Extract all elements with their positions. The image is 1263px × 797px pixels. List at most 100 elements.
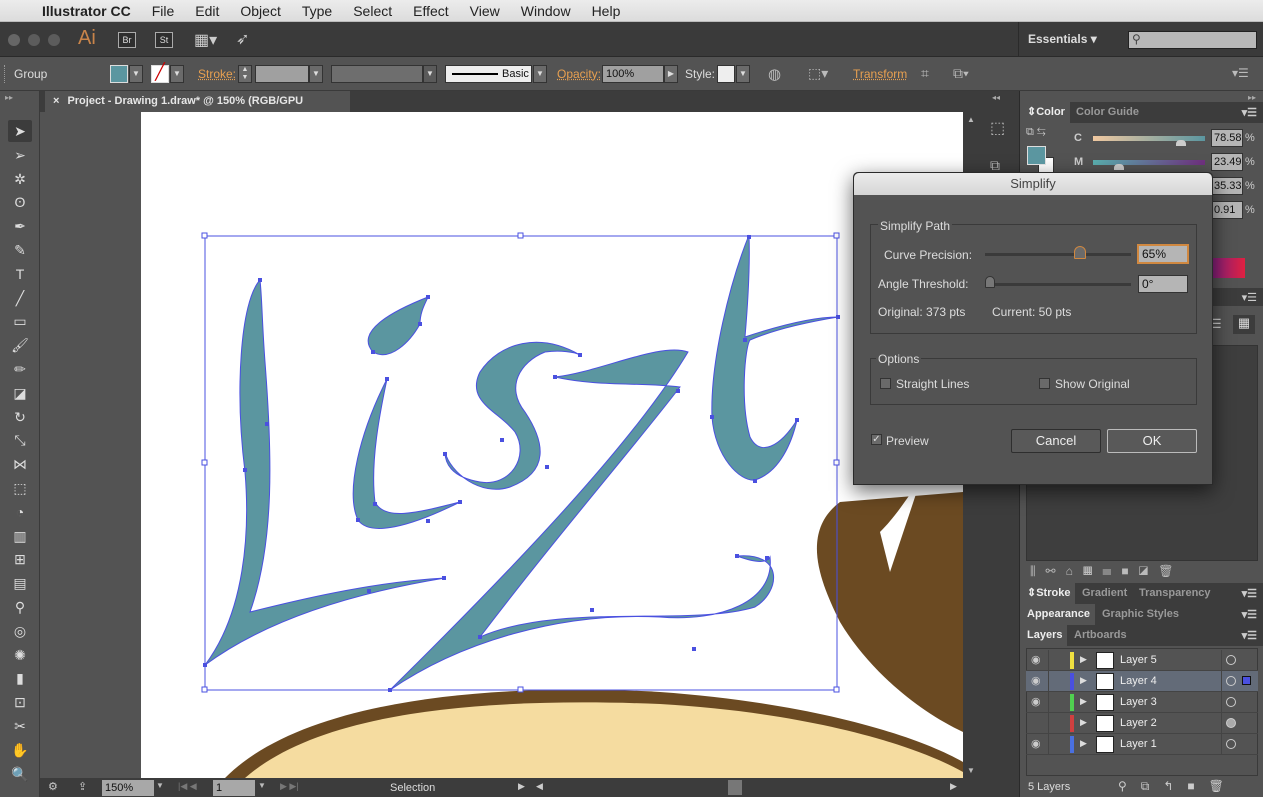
eye-icon[interactable]: ◉ (1031, 737, 1041, 750)
eye-icon[interactable]: ◉ (1031, 653, 1041, 666)
angle-threshold-thumb[interactable] (985, 276, 995, 288)
control-menu-icon[interactable]: ▾☰ (1232, 66, 1249, 80)
menu-view[interactable]: View (470, 3, 500, 19)
transform-link[interactable]: Transform (853, 67, 907, 81)
bridge-button[interactable]: Br (118, 32, 136, 48)
opacity-label[interactable]: Opacity: (557, 67, 601, 81)
channel-value[interactable]: 0.91 (1211, 201, 1243, 219)
selection-indicator[interactable] (1242, 676, 1251, 685)
line-tool[interactable]: ╱ (8, 287, 32, 309)
stroke-weight-stepper[interactable]: ▲ ▼ (238, 65, 252, 83)
graphic-style-swatch[interactable] (717, 65, 735, 83)
zoom-dropdown[interactable]: ▼ (156, 781, 164, 790)
ok-button[interactable]: OK (1107, 429, 1197, 453)
transform-panel-icon[interactable]: ⬚ (990, 118, 1005, 138)
channel-slider[interactable] (1093, 136, 1205, 141)
gradient-tool[interactable]: ▤ (8, 572, 32, 594)
stroke-weight-dropdown[interactable]: ▼ (309, 65, 323, 83)
expand-arrow-icon[interactable]: ▶ (1080, 696, 1087, 707)
collapse-panels-icon[interactable]: ▸▸ (1248, 93, 1256, 102)
target-icon[interactable] (1226, 676, 1236, 686)
tab-transparency[interactable]: Transparency (1139, 587, 1211, 599)
channel-slider-thumb[interactable] (1176, 140, 1186, 146)
layers-footer-icons[interactable]: ⚲⧉↰■🗑 (1118, 779, 1238, 794)
fill-dropdown[interactable]: ▼ (129, 65, 143, 83)
target-icon[interactable] (1226, 739, 1236, 749)
rectangle-tool[interactable]: ▭ (8, 310, 32, 332)
menu-type[interactable]: Type (302, 3, 332, 19)
menu-select[interactable]: Select (353, 3, 392, 19)
arrange-documents-icon[interactable]: ▦▾ (194, 30, 217, 50)
free-transform-tool[interactable]: ⬚ (8, 477, 32, 499)
layer-row[interactable]: ◉ ▶ Layer 4 (1026, 671, 1258, 692)
target-icon[interactable] (1226, 655, 1236, 665)
menu-file[interactable]: File (152, 3, 175, 19)
status-menu-icon[interactable]: ▶ (518, 781, 525, 792)
layer-row[interactable]: ◉ ▶ Layer 1 (1026, 734, 1258, 755)
artboard-dropdown[interactable]: ▼ (258, 781, 266, 790)
straight-lines-checkbox[interactable] (880, 378, 891, 389)
menu-object[interactable]: Object (240, 3, 280, 19)
tab-color[interactable]: ⇕Color (1022, 102, 1070, 123)
pen-tool[interactable]: ✒ (8, 215, 32, 237)
share-icon[interactable]: ⇪ (78, 780, 87, 793)
layer-row[interactable]: ◉ ▶ Layer 5 (1026, 650, 1258, 671)
eye-icon[interactable]: ◉ (1031, 695, 1041, 708)
lasso-tool[interactable]: ʘ (8, 191, 32, 213)
menu-window[interactable]: Window (521, 3, 571, 19)
zoom-tool[interactable]: 🔍 (8, 763, 32, 785)
canvas[interactable] (40, 112, 963, 778)
layer-name[interactable]: Layer 5 (1120, 654, 1157, 666)
menu-effect[interactable]: Effect (413, 3, 449, 19)
cancel-button[interactable]: Cancel (1011, 429, 1101, 453)
menu-help[interactable]: Help (592, 3, 621, 19)
symbol-sprayer-tool[interactable]: ✺ (8, 644, 32, 666)
channel-slider[interactable] (1093, 160, 1205, 165)
color-spectrum[interactable] (1211, 258, 1245, 278)
tab-gradient[interactable]: Gradient (1082, 587, 1127, 599)
tab-artboards[interactable]: Artboards (1074, 629, 1127, 641)
workspace-switcher[interactable]: Essentials ▾ (1028, 32, 1097, 46)
gpu-toggle-icon[interactable]: ⚙ (48, 780, 58, 793)
artboard-tool[interactable]: ⊡ (8, 691, 32, 713)
scroll-down-icon[interactable]: ▼ (967, 766, 975, 775)
tab-color-guide[interactable]: Color Guide (1076, 106, 1139, 118)
eye-icon[interactable]: ◉ (1031, 674, 1041, 687)
layer-name[interactable]: Layer 3 (1120, 696, 1157, 708)
stroke-dropdown[interactable]: ▼ (170, 65, 184, 83)
expand-arrow-icon[interactable]: ▶ (1080, 717, 1087, 728)
scale-tool[interactable]: ⤡ (8, 429, 32, 451)
mesh-tool[interactable]: ⊞ (8, 548, 32, 570)
gpu-performance-icon[interactable]: ➶ (236, 29, 249, 49)
menu-edit[interactable]: Edit (195, 3, 219, 19)
expand-arrow-icon[interactable]: ▶ (1080, 738, 1087, 749)
close-tab-icon[interactable]: × (53, 95, 59, 107)
profile-dropdown[interactable]: ▼ (423, 65, 437, 83)
artboard-field[interactable]: 1 (213, 780, 255, 796)
curvature-tool[interactable]: ✎ (8, 239, 32, 261)
fill-swatch[interactable] (110, 65, 128, 83)
select-similar-icon[interactable]: ⧉▾ (953, 65, 969, 82)
collapse-icon[interactable]: ▸▸ (5, 93, 13, 102)
menu-app[interactable]: Illustrator CC (42, 3, 131, 19)
layer-name[interactable]: Layer 1 (1120, 738, 1157, 750)
brush-definition[interactable]: Basic (445, 65, 532, 83)
scroll-right-icon[interactable]: ▶ (950, 781, 957, 792)
isolate-group-icon[interactable]: ⌗ (921, 65, 929, 82)
layer-name[interactable]: Layer 4 (1120, 675, 1157, 687)
curve-precision-thumb[interactable] (1073, 246, 1086, 259)
fill-color-swatch[interactable] (1027, 146, 1046, 165)
tab-stroke[interactable]: ⇕Stroke (1022, 583, 1076, 604)
rotate-tool[interactable]: ↻ (8, 406, 32, 428)
stroke-weight-field[interactable] (255, 65, 309, 83)
selection-tool[interactable]: ➤ (8, 120, 32, 142)
panel-menu-icon[interactable]: ▾☰ (1242, 106, 1257, 119)
scroll-left-icon[interactable]: ◀ (536, 781, 543, 792)
channel-value[interactable]: 78.58 (1211, 129, 1243, 147)
zoom-window-button[interactable] (48, 34, 60, 46)
type-tool[interactable]: T (8, 263, 32, 285)
current-tool-status[interactable]: Selection (390, 782, 435, 794)
hand-tool[interactable]: ✋ (8, 739, 32, 761)
swatches-footer-icons[interactable]: ⫼⚯⌂▦☰■◪🗑 (1030, 564, 1184, 579)
expand-dock-icon[interactable]: ◂◂ (992, 93, 1000, 102)
